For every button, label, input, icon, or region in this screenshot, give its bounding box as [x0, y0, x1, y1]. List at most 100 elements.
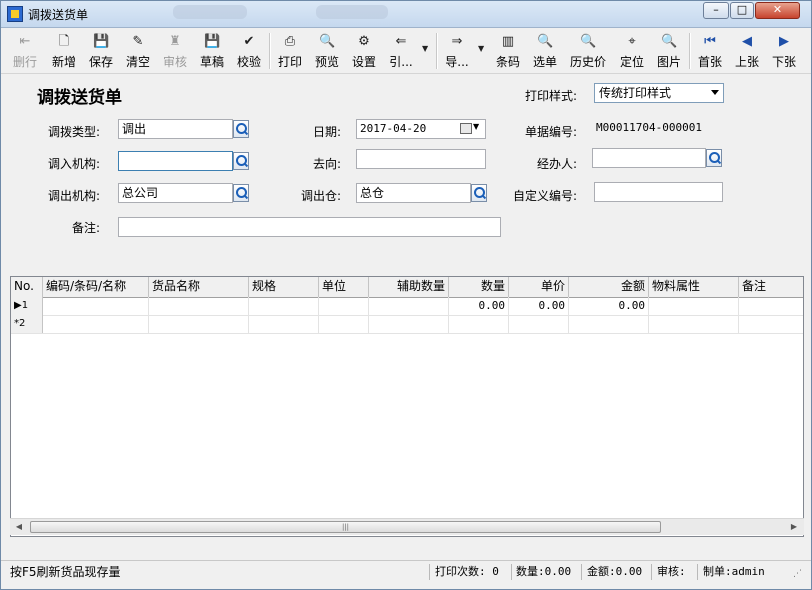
cell-price[interactable]: [509, 315, 569, 333]
print-style-select[interactable]: 传统打印样式: [594, 83, 724, 103]
new-button[interactable]: 🗋 新增: [49, 34, 79, 70]
cell-price[interactable]: 0.00: [509, 297, 569, 315]
minimize-button[interactable]: –: [703, 2, 729, 19]
col-no[interactable]: No.: [11, 277, 43, 297]
status-divider: [429, 564, 430, 580]
resize-grip-icon[interactable]: ⋰: [793, 566, 802, 582]
cell-aux-qty[interactable]: [369, 297, 449, 315]
title-bar: 调拨送货单 – □ ✕: [1, 1, 811, 28]
handler-field[interactable]: [592, 148, 706, 168]
cell-qty[interactable]: 0.00: [449, 297, 509, 315]
row-indicator: *2: [11, 315, 43, 333]
import-button[interactable]: ⇐ 引...: [386, 34, 416, 70]
barcode-button[interactable]: ▥ 条码: [493, 34, 523, 70]
out-warehouse-field[interactable]: 总仓: [356, 183, 471, 203]
scroll-right-icon[interactable]: ▶: [787, 521, 801, 533]
export-button[interactable]: ⇒ 导...: [442, 34, 472, 70]
prev-record-button[interactable]: ◀ 上张: [732, 34, 762, 70]
handler-search-icon[interactable]: [706, 149, 722, 167]
preview-button[interactable]: 🔍 预览: [312, 34, 342, 70]
picture-button[interactable]: 🔍 图片: [654, 34, 684, 70]
status-creator: 制单:admin: [703, 565, 765, 578]
transfer-type-field[interactable]: 调出: [118, 119, 233, 139]
cell-goods-name[interactable]: [149, 315, 249, 333]
maximize-button[interactable]: □: [730, 2, 754, 19]
custom-no-label: 自定义编号:: [513, 189, 578, 203]
scroll-left-icon[interactable]: ◀: [12, 521, 26, 533]
form-title: 调拨送货单: [37, 88, 122, 108]
delete-row-icon: ⇤: [19, 34, 31, 49]
history-price-button[interactable]: 🔍 历史价: [568, 34, 608, 70]
col-price[interactable]: 单价: [509, 277, 569, 297]
locate-button[interactable]: ⌖ 定位: [617, 34, 647, 70]
cell-code[interactable]: [43, 315, 149, 333]
scroll-thumb[interactable]: |||: [30, 521, 661, 533]
transfer-type-search-icon[interactable]: [233, 120, 249, 138]
remark-label: 备注:: [72, 221, 101, 235]
first-record-button[interactable]: ⏮ 首张: [695, 34, 725, 70]
in-org-search-icon[interactable]: [233, 152, 249, 170]
export-dropdown-icon[interactable]: ▼: [478, 44, 484, 53]
grid-header: No. 编码/条码/名称 货品名称 规格 单位 辅助数量 数量 单价 金额 物料…: [11, 277, 803, 298]
cell-material-attr[interactable]: [649, 315, 739, 333]
cell-material-attr[interactable]: [649, 297, 739, 315]
calendar-icon[interactable]: [460, 123, 472, 134]
detail-grid: No. 编码/条码/名称 货品名称 规格 单位 辅助数量 数量 单价 金额 物料…: [10, 276, 804, 537]
out-org-search-icon[interactable]: [233, 184, 249, 202]
cell-amount[interactable]: [569, 315, 649, 333]
window-title: 调拨送货单: [28, 8, 89, 22]
date-label: 日期:: [313, 125, 342, 139]
printer-icon: ⎙: [284, 34, 296, 49]
table-row[interactable]: *2: [11, 315, 803, 334]
cell-unit[interactable]: [319, 297, 369, 315]
next-record-button[interactable]: ▶ 下张: [769, 34, 799, 70]
horizontal-scrollbar[interactable]: ◀ ||| ▶: [10, 518, 804, 535]
select-doc-button[interactable]: 🔍 选单: [530, 34, 560, 70]
col-qty[interactable]: 数量: [449, 277, 509, 297]
col-goods-name[interactable]: 货品名称: [149, 277, 249, 297]
close-button[interactable]: ✕: [755, 2, 800, 19]
col-aux-qty[interactable]: 辅助数量: [369, 277, 449, 297]
col-material-attr[interactable]: 物料属性: [649, 277, 739, 297]
draft-button[interactable]: 💾 草稿: [197, 34, 227, 70]
destination-field[interactable]: [356, 149, 486, 169]
save-button[interactable]: 💾 保存: [86, 34, 116, 70]
custom-no-field[interactable]: [594, 182, 723, 202]
cell-unit[interactable]: [319, 315, 369, 333]
col-amount[interactable]: 金额: [569, 277, 649, 297]
cell-qty[interactable]: [449, 315, 509, 333]
table-row[interactable]: ▶1 0.00 0.00 0.00: [11, 297, 803, 316]
col-unit[interactable]: 单位: [319, 277, 369, 297]
col-code[interactable]: 编码/条码/名称: [43, 277, 149, 297]
remark-field[interactable]: [118, 217, 501, 237]
bill-no-label: 单据编号:: [525, 125, 578, 139]
cell-goods-name[interactable]: [149, 297, 249, 315]
cell-remark[interactable]: [739, 315, 803, 333]
draft-save-icon: 💾: [204, 34, 221, 49]
cell-spec[interactable]: [249, 297, 319, 315]
settings-icon: ⚙: [358, 34, 370, 49]
cell-amount[interactable]: 0.00: [569, 297, 649, 315]
col-spec[interactable]: 规格: [249, 277, 319, 297]
cell-code[interactable]: [43, 297, 149, 315]
col-remark[interactable]: 备注: [739, 277, 803, 297]
save-icon: 💾: [93, 34, 110, 49]
cell-remark[interactable]: [739, 297, 803, 315]
date-dropdown-icon[interactable]: ▼: [473, 122, 479, 131]
verify-button[interactable]: ✔ 校验: [234, 34, 264, 70]
settings-button[interactable]: ⚙ 设置: [349, 34, 379, 70]
next-record-icon: ▶: [779, 34, 789, 49]
import-dropdown-icon[interactable]: ▼: [422, 44, 428, 53]
print-button[interactable]: ⎙ 打印: [275, 34, 305, 70]
delete-row-button[interactable]: ⇤ 删行: [10, 34, 40, 70]
binoculars-icon: ⌖: [628, 34, 636, 49]
clear-button[interactable]: ✎ 清空: [123, 34, 153, 70]
bill-no-value: M00011704-000001: [596, 121, 702, 134]
out-warehouse-search-icon[interactable]: [471, 184, 487, 202]
cell-spec[interactable]: [249, 315, 319, 333]
approve-button[interactable]: ♜ 审核: [160, 34, 190, 70]
in-org-label: 调入机构:: [48, 157, 101, 171]
out-org-field[interactable]: 总公司: [118, 183, 233, 203]
cell-aux-qty[interactable]: [369, 315, 449, 333]
in-org-field[interactable]: [118, 151, 233, 171]
